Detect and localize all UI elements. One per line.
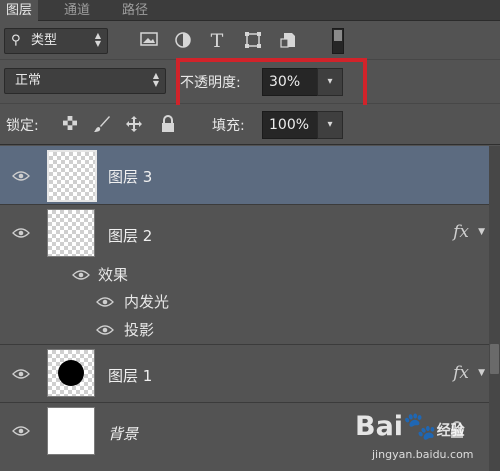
image-filter-icon[interactable]	[138, 31, 160, 51]
chevron-down-icon[interactable]: ▼	[478, 227, 485, 237]
eye-icon[interactable]	[96, 296, 114, 308]
layer-name[interactable]: 图层 2	[108, 225, 152, 246]
watermark-brand: Bai	[355, 411, 404, 442]
chevron-down-icon[interactable]: ▼	[478, 368, 485, 378]
blend-mode-dropdown[interactable]: 正常 ▲ ▼	[4, 68, 166, 94]
dropdown-arrows-icon: ▲ ▼	[152, 71, 159, 88]
move-icon[interactable]	[124, 115, 144, 135]
fill-input[interactable]: 100%	[262, 111, 318, 139]
filter-toggle-switch[interactable]	[332, 28, 344, 54]
layer-thumbnail[interactable]	[47, 150, 97, 202]
lock-icon[interactable]	[158, 115, 178, 135]
panel-tab-bar: 图层 通道 路径	[0, 0, 500, 21]
dropdown-arrows-icon: ▲ ▼	[94, 31, 101, 48]
filter-kind-dropdown[interactable]: ⚲ 类型 ▲ ▼	[4, 28, 108, 54]
eye-icon[interactable]	[12, 170, 30, 182]
blend-mode-value: 正常	[15, 73, 42, 88]
eye-icon[interactable]	[72, 269, 90, 281]
layer-name[interactable]: 背景	[108, 423, 138, 444]
layer-row-2[interactable]: 图层 2 fx ▼ 效果 内发光 投影	[0, 205, 489, 345]
lock-fill-row: 锁定: 填充: 100% ▾	[0, 105, 500, 145]
smart-object-filter-icon[interactable]	[278, 31, 300, 51]
type-filter-icon[interactable]: T	[206, 31, 228, 51]
tab-layers[interactable]: 图层	[0, 0, 39, 21]
paw-icon: 🐾	[403, 411, 437, 442]
opacity-highlight-box	[176, 58, 367, 110]
brush-icon[interactable]	[92, 115, 112, 135]
eye-icon[interactable]	[12, 227, 30, 239]
fill-label: 填充:	[212, 118, 245, 134]
filter-kind-label: 类型	[31, 33, 58, 48]
layer-effects-fx-icon[interactable]: fx	[453, 363, 469, 383]
watermark-url: jingyan.baidu.com	[372, 448, 474, 461]
baidu-watermark: Bai🐾经验	[355, 410, 465, 442]
circle-shape-icon	[58, 360, 84, 386]
eye-icon[interactable]	[96, 324, 114, 336]
effect-inner-glow[interactable]: 内发光	[124, 291, 169, 312]
layer-thumbnail[interactable]	[47, 209, 95, 257]
eye-icon[interactable]	[12, 368, 30, 380]
layer-effects-fx-icon[interactable]: fx	[453, 222, 469, 242]
layer-thumbnail[interactable]	[47, 349, 95, 397]
layer-row-3[interactable]: 图层 3	[0, 146, 489, 205]
filter-row: ⚲ 类型 ▲ ▼ T	[0, 22, 500, 60]
chevron-down-icon: ▾	[327, 119, 333, 130]
shape-filter-icon[interactable]	[242, 31, 264, 51]
search-icon: ⚲	[11, 33, 21, 48]
effects-group-label[interactable]: 效果	[98, 264, 128, 285]
fill-dropdown-button[interactable]: ▾	[317, 111, 343, 139]
layer-row-1[interactable]: 图层 1 fx ▼	[0, 345, 489, 403]
scrollbar-thumb[interactable]	[490, 344, 499, 374]
tab-channels[interactable]: 通道	[58, 0, 96, 21]
layer-name[interactable]: 图层 3	[108, 166, 152, 187]
layer-name[interactable]: 图层 1	[108, 365, 152, 386]
lock-transparent-pixels-icon[interactable]	[60, 115, 80, 135]
effect-drop-shadow[interactable]: 投影	[124, 319, 154, 340]
lock-label: 锁定:	[6, 118, 39, 134]
watermark-suffix: 经验	[436, 423, 465, 439]
layers-scrollbar[interactable]	[489, 146, 500, 471]
tab-paths[interactable]: 路径	[116, 0, 154, 21]
adjustment-filter-icon[interactable]	[172, 31, 194, 51]
eye-icon[interactable]	[12, 425, 30, 437]
layer-thumbnail[interactable]	[47, 407, 95, 455]
